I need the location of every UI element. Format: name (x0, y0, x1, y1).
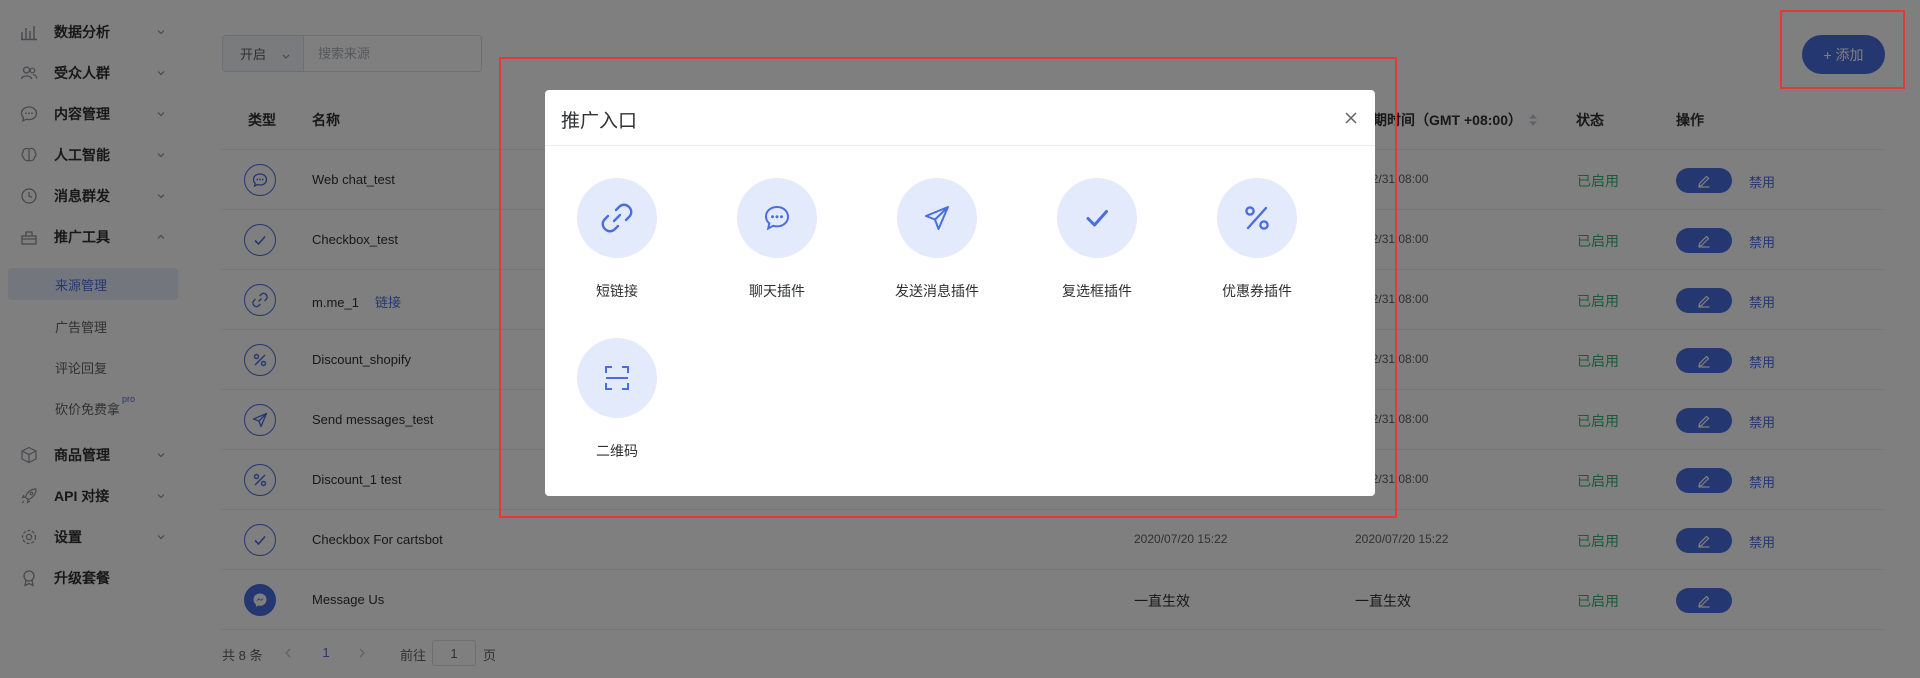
promotion-entry-dialog: 推广入口 短链接 聊天插件 发送消息插件 复选框插件 优惠券插件 二维码 (545, 90, 1375, 496)
chat-icon (737, 178, 817, 258)
entry-chat-plugin[interactable]: 聊天插件 (717, 178, 837, 308)
dialog-header: 推广入口 (545, 90, 1375, 146)
entry-coupon-plugin[interactable]: 优惠券插件 (1197, 178, 1317, 308)
entry-label: 优惠券插件 (1222, 283, 1292, 299)
entry-label: 二维码 (596, 443, 638, 459)
send-icon (897, 178, 977, 258)
dialog-title: 推广入口 (561, 111, 638, 132)
entry-label: 复选框插件 (1062, 283, 1132, 299)
entry-label: 聊天插件 (749, 283, 805, 299)
entry-send-message-plugin[interactable]: 发送消息插件 (877, 178, 997, 308)
entry-checkbox-plugin[interactable]: 复选框插件 (1037, 178, 1157, 308)
entry-short-link[interactable]: 短链接 (557, 178, 677, 308)
entry-label: 发送消息插件 (895, 283, 979, 299)
entry-label: 短链接 (596, 283, 638, 299)
scan-icon (577, 338, 657, 418)
link-icon (577, 178, 657, 258)
percent-icon (1217, 178, 1297, 258)
check-icon (1057, 178, 1137, 258)
entry-qr-code[interactable]: 二维码 (557, 338, 677, 468)
close-icon[interactable] (1343, 110, 1359, 126)
